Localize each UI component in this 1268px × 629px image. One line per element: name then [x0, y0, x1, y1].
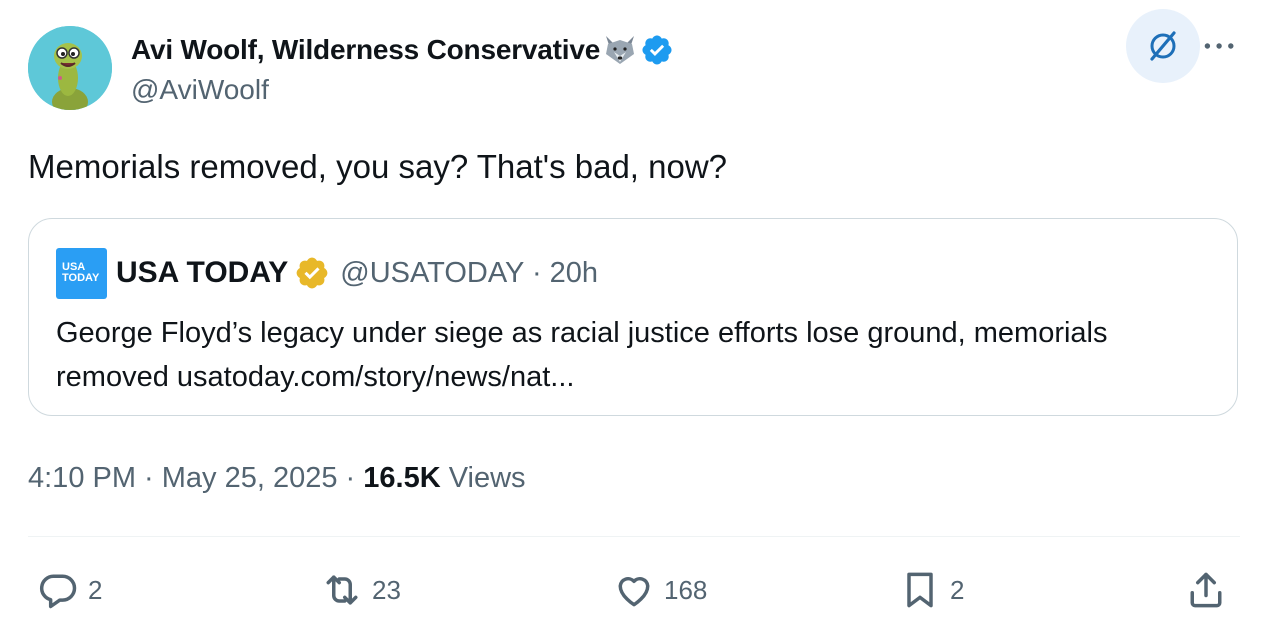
reply-button[interactable]: 2	[36, 562, 102, 618]
views-label: Views	[440, 462, 526, 494]
quoted-tweet-header: USA TODAY USA TODAY @USATODAY · 20h	[56, 247, 598, 299]
wolf-face-icon	[606, 36, 635, 64]
bookmark-count: 2	[950, 574, 965, 605]
quoted-author-name: USA TODAY	[116, 256, 289, 289]
share-button[interactable]	[1184, 562, 1228, 618]
tweet-meta: 4:10 PM · May 25, 2025 · 16.5K Views	[28, 462, 526, 495]
logo-line-2: TODAY	[62, 272, 100, 284]
bookmark-icon	[907, 572, 933, 608]
quoted-tweet-text: George Floyd’s legacy under siege as rac…	[56, 317, 1108, 393]
quoted-tweet-card[interactable]: USA TODAY USA TODAY @USATODAY · 20h Geor…	[28, 218, 1238, 416]
repost-count: 23	[372, 574, 401, 605]
action-bar: 2 23 168 2	[28, 562, 1240, 618]
grok-icon	[1150, 31, 1176, 61]
repost-button[interactable]: 23	[320, 562, 401, 618]
author-name-row: Avi Woolf, Wilderness Conservative	[131, 30, 674, 70]
usa-today-logo: USA TODAY	[56, 247, 107, 299]
bookmark-button[interactable]: 2	[898, 562, 964, 618]
more-dots-icon	[1204, 43, 1234, 49]
like-count: 168	[664, 574, 708, 605]
more-options-button[interactable]	[1200, 30, 1240, 62]
reply-icon	[40, 574, 77, 609]
quoted-handle-time: @USATODAY · 20h	[340, 256, 599, 289]
share-icon	[1190, 572, 1222, 608]
reply-count: 2	[88, 574, 103, 605]
views-count: 16.5K	[363, 462, 441, 494]
verified-badge-icon[interactable]	[640, 33, 674, 67]
avatar-image	[28, 26, 112, 110]
author-avatar[interactable]	[28, 26, 112, 110]
gold-verified-badge-icon	[296, 257, 328, 289]
tweet-timestamp[interactable]: 4:10 PM · May 25, 2025 ·	[28, 462, 363, 494]
divider	[28, 536, 1240, 537]
like-button[interactable]: 168	[612, 562, 707, 618]
author-handle[interactable]: @AviWoolf	[131, 74, 269, 106]
author-display-name[interactable]: Avi Woolf, Wilderness Conservative	[131, 34, 600, 66]
heart-icon	[618, 577, 650, 607]
tweet-text: Memorials removed, you say? That's bad, …	[28, 148, 728, 185]
repost-icon	[326, 575, 358, 605]
grok-button[interactable]	[1126, 9, 1200, 83]
